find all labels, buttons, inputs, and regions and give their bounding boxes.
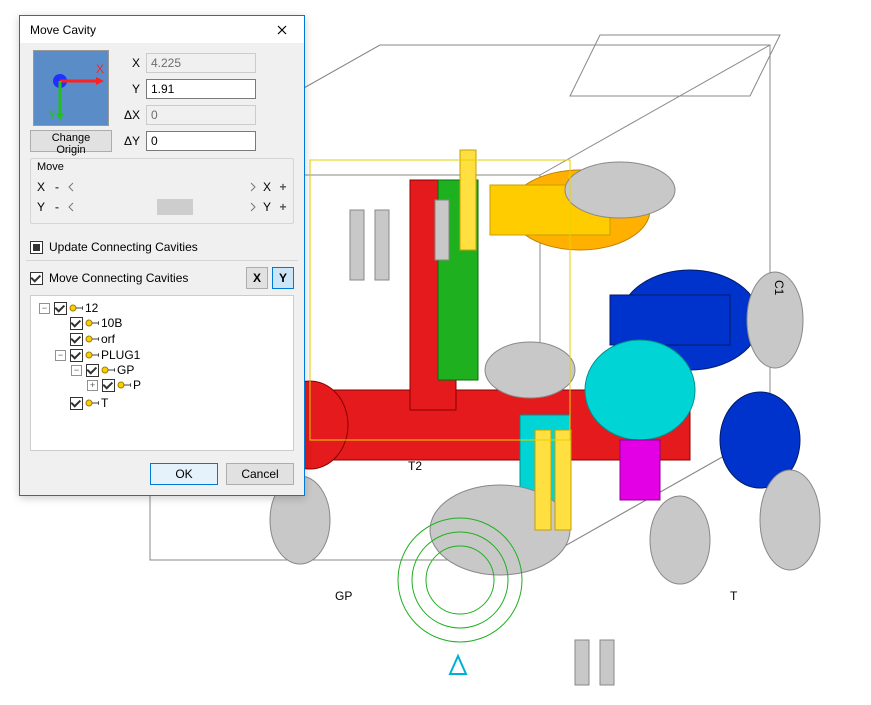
tree-node-label: PLUG1 (101, 348, 140, 362)
update-connecting-row: Update Connecting Cavities (30, 240, 294, 254)
tree-expander[interactable]: − (71, 365, 82, 376)
tree-expander[interactable]: − (55, 350, 66, 361)
y-label: Y (122, 82, 146, 96)
y-increment-button[interactable] (247, 200, 259, 214)
y-slider-label: Y (37, 200, 49, 214)
y-slider-label-r: Y (263, 200, 275, 214)
x-minus: - (53, 180, 61, 194)
tree-expander[interactable]: − (39, 303, 50, 314)
dy-label: ΔY (122, 134, 146, 148)
update-connecting-checkbox[interactable] (30, 241, 43, 254)
separator (26, 260, 298, 261)
cavity-icon (85, 398, 99, 408)
cavity-icon (69, 303, 83, 313)
x-slider-track[interactable] (81, 179, 243, 195)
move-group: Move X - X + Y - Y + (30, 158, 294, 224)
dy-input[interactable] (146, 131, 256, 151)
viewport-label-t2: T2 (408, 459, 422, 473)
x-plus: + (279, 180, 287, 194)
move-connecting-checkbox[interactable] (30, 272, 43, 285)
dialog-titlebar[interactable]: Move Cavity (20, 16, 304, 44)
tree-node-label: orf (101, 332, 115, 346)
x-slider-row: X - X + (37, 179, 287, 195)
svg-text:X: X (96, 62, 104, 76)
cavity-icon (85, 350, 99, 360)
y-slider-track[interactable] (81, 199, 243, 215)
close-icon (277, 25, 287, 35)
x-increment-button[interactable] (247, 180, 259, 194)
update-connecting-label: Update Connecting Cavities (49, 240, 198, 254)
move-connecting-label: Move Connecting Cavities (49, 271, 188, 285)
dx-label: ΔX (122, 108, 146, 122)
tree-checkbox[interactable] (70, 349, 83, 362)
ok-button[interactable]: OK (150, 463, 218, 485)
axis-gizmo[interactable]: X Y (33, 50, 109, 126)
cancel-button[interactable]: Cancel (226, 463, 294, 485)
cavity-icon (101, 365, 115, 375)
tree-checkbox[interactable] (86, 364, 99, 377)
move-cavity-dialog: Move Cavity X Y Change Orig (19, 15, 305, 496)
y-slider-row: Y - Y + (37, 199, 287, 215)
move-connecting-row: Move Connecting Cavities X Y (30, 267, 294, 289)
viewport-label-t: T (730, 589, 738, 603)
axis-x-button[interactable]: X (246, 267, 268, 289)
y-minus: - (53, 200, 61, 214)
tree-checkbox[interactable] (70, 333, 83, 346)
cavity-icon (117, 380, 131, 390)
cavity-icon (85, 334, 99, 344)
tree-checkbox[interactable] (54, 302, 67, 315)
tree-checkbox[interactable] (70, 397, 83, 410)
x-input (146, 53, 256, 73)
x-slider-label-r: X (263, 180, 275, 194)
tree-expander[interactable]: + (87, 380, 98, 391)
dx-input (146, 105, 256, 125)
tree-checkbox[interactable] (70, 317, 83, 330)
tree-node-label: 10B (101, 316, 122, 330)
move-legend: Move (37, 161, 287, 173)
tree-node-label: T (101, 396, 108, 410)
tree-checkbox[interactable] (102, 379, 115, 392)
y-decrement-button[interactable] (65, 200, 77, 214)
tree-node-label: 12 (85, 301, 98, 315)
viewport-label-gp: GP (335, 589, 352, 603)
chevron-left-icon (67, 202, 75, 212)
x-decrement-button[interactable] (65, 180, 77, 194)
x-slider-label: X (37, 180, 49, 194)
chevron-right-icon (249, 182, 257, 192)
chevron-right-icon (249, 202, 257, 212)
svg-text:Y: Y (48, 108, 56, 122)
y-slider-thumb[interactable] (157, 199, 193, 215)
viewport-label-c1: C1 (772, 280, 786, 296)
cavity-icon (85, 318, 99, 328)
y-plus: + (279, 200, 287, 214)
cavity-tree[interactable]: − 12 10B (30, 295, 294, 451)
axis-y-button[interactable]: Y (272, 267, 294, 289)
change-origin-button[interactable]: Change Origin (30, 130, 112, 152)
close-button[interactable] (266, 18, 298, 42)
x-label: X (122, 56, 146, 70)
y-input[interactable] (146, 79, 256, 99)
tree-node-label: P (133, 378, 141, 392)
dialog-title: Move Cavity (30, 23, 96, 37)
chevron-left-icon (67, 182, 75, 192)
tree-node-label: GP (117, 363, 134, 377)
